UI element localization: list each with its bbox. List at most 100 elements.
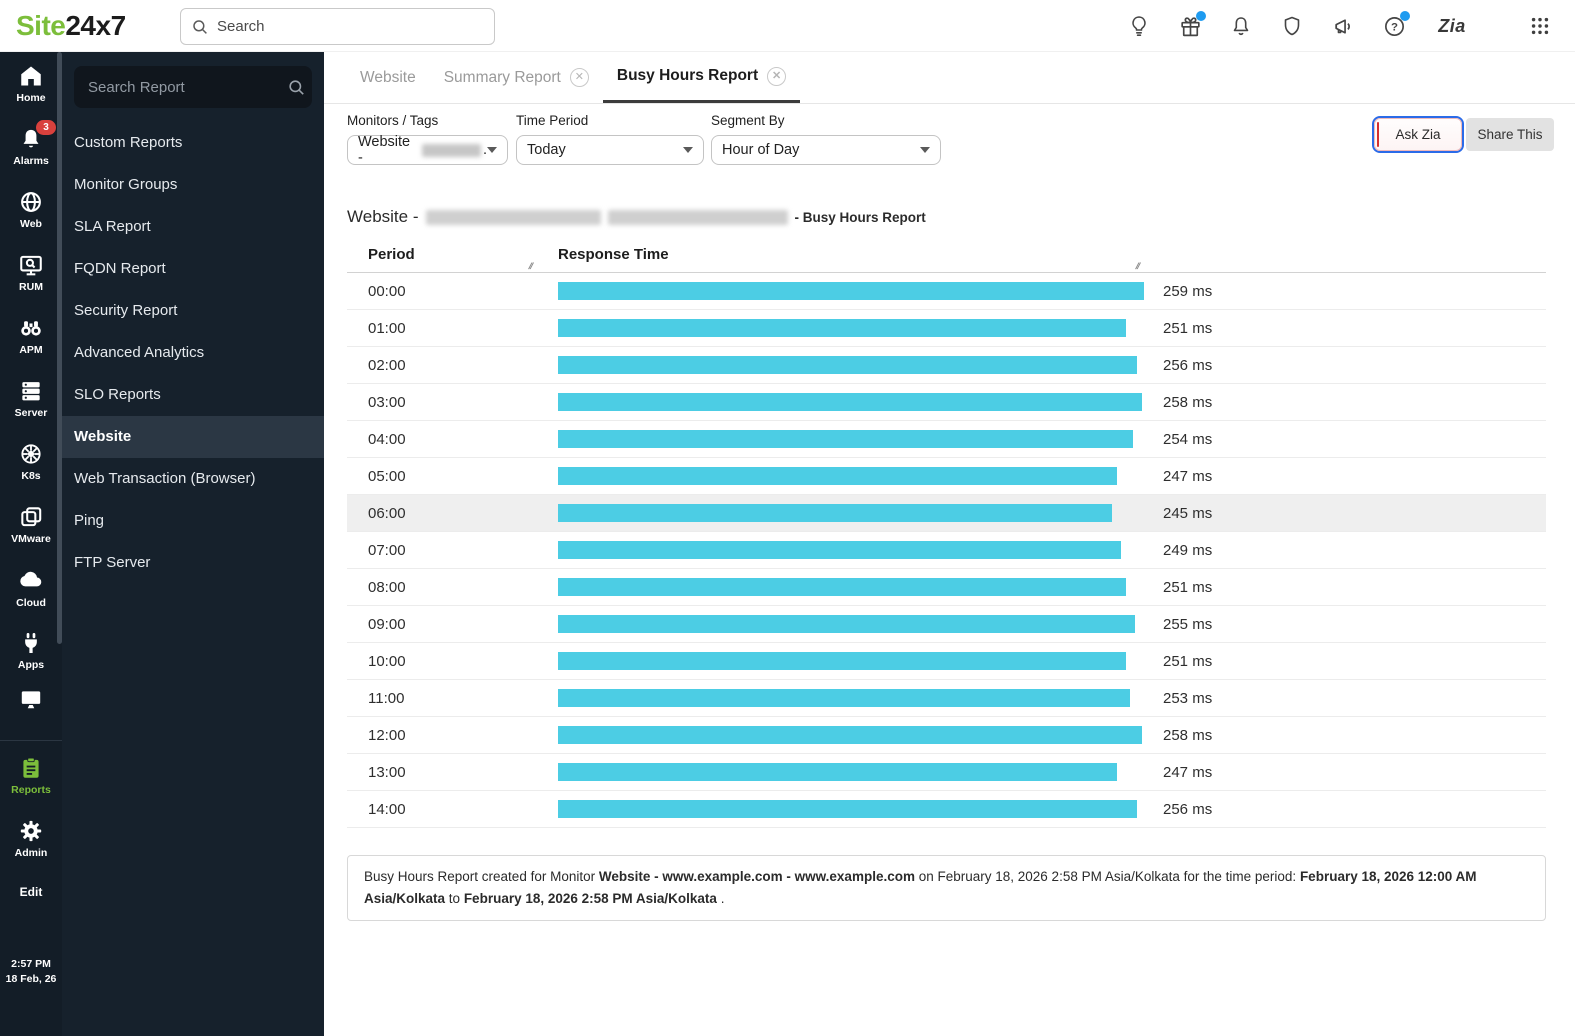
bar-cell bbox=[558, 430, 1163, 448]
response-time-bar bbox=[558, 541, 1121, 559]
period-cell: 12:00 bbox=[368, 726, 406, 744]
megaphone-icon[interactable] bbox=[1330, 13, 1356, 39]
nav-item-fqdn-report[interactable]: FQDN Report bbox=[62, 248, 324, 290]
sidebar-item-rum[interactable]: RUM bbox=[0, 241, 62, 304]
nav-item-slo-reports[interactable]: SLO Reports bbox=[62, 374, 324, 416]
nav-item-sla-report[interactable]: SLA Report bbox=[62, 206, 324, 248]
report-search[interactable] bbox=[74, 66, 312, 108]
nav-item-website[interactable]: Website bbox=[62, 416, 324, 458]
table-row: 01:00 251 ms bbox=[347, 310, 1546, 347]
global-search[interactable] bbox=[180, 8, 495, 45]
table-row: 00:00 259 ms bbox=[347, 273, 1546, 310]
response-time-value: 258 ms bbox=[1163, 393, 1213, 411]
response-time-value: 247 ms bbox=[1163, 763, 1213, 781]
sidebar-item-server[interactable]: Server bbox=[0, 367, 62, 430]
period-cell: 13:00 bbox=[368, 763, 406, 781]
chevron-down-icon bbox=[920, 147, 930, 153]
close-icon[interactable]: ✕ bbox=[569, 68, 589, 87]
gift-icon[interactable] bbox=[1177, 11, 1206, 39]
bar-cell bbox=[558, 504, 1163, 522]
bar-cell bbox=[558, 578, 1163, 596]
nav-item-custom-reports[interactable]: Custom Reports bbox=[62, 122, 324, 164]
busy-hours-table: Period // Response Time // 00:00 259 ms 01… bbox=[347, 236, 1546, 828]
footer-note-text: on February 18, 2026 2:58 PM Asia/Kolkat… bbox=[914, 869, 1300, 884]
redacted-title-part bbox=[425, 209, 601, 225]
sidebar-bottom-group: Reports Admin Edit bbox=[0, 744, 62, 910]
nav-item-security-report[interactable]: Security Report bbox=[62, 290, 324, 332]
period-column-header[interactable]: Period // bbox=[347, 236, 558, 273]
apps-grid-icon[interactable] bbox=[1527, 13, 1553, 39]
segment-by-label: Segment By bbox=[711, 113, 785, 128]
nav-item-advanced-analytics[interactable]: Advanced Analytics bbox=[62, 332, 324, 374]
tab-busy-hours-report[interactable]: Busy Hours Report ✕ bbox=[602, 52, 801, 103]
column-resize-handle[interactable]: // bbox=[527, 261, 533, 271]
response-time-value: 251 ms bbox=[1163, 319, 1213, 337]
bulb-icon[interactable] bbox=[1126, 13, 1152, 39]
segment-by-select[interactable]: Hour of Day bbox=[711, 135, 941, 165]
search-input[interactable] bbox=[217, 18, 484, 35]
binoculars-icon bbox=[21, 321, 41, 336]
response-time-column-header[interactable]: Response Time // bbox=[558, 236, 1546, 273]
period-cell: 10:00 bbox=[368, 652, 406, 670]
sidebar-item-desktop[interactable] bbox=[0, 682, 62, 716]
bar-cell bbox=[558, 282, 1163, 300]
tab-website[interactable]: Website bbox=[346, 52, 430, 103]
help-icon[interactable]: ? bbox=[1381, 11, 1410, 39]
table-row: 13:00 247 ms bbox=[347, 754, 1546, 791]
nav-item-ftp-server[interactable]: FTP Server bbox=[62, 542, 324, 584]
response-time-value: 251 ms bbox=[1163, 578, 1213, 596]
bell-icon[interactable] bbox=[1228, 13, 1254, 39]
kubernetes-icon bbox=[21, 444, 41, 464]
chevron-down-icon bbox=[487, 147, 497, 153]
sidebar-item-apm[interactable]: APM bbox=[0, 304, 62, 367]
bar-cell bbox=[558, 689, 1163, 707]
table-row: 07:00 249 ms bbox=[347, 532, 1546, 569]
table-row: 14:00 256 ms bbox=[347, 791, 1546, 828]
period-cell: 04:00 bbox=[368, 430, 406, 448]
bar-cell bbox=[558, 356, 1163, 374]
sidebar-item-k8s[interactable]: K8s bbox=[0, 430, 62, 493]
help-notification-dot bbox=[1400, 11, 1410, 21]
nav-item-web-transaction[interactable]: Web Transaction (Browser) bbox=[62, 458, 324, 500]
sidebar-item-alarms[interactable]: 3 Alarms bbox=[0, 115, 62, 178]
tab-bar: Website Summary Report ✕ Busy Hours Repo… bbox=[324, 52, 1575, 104]
sidebar-item-admin[interactable]: Admin bbox=[0, 807, 62, 870]
table-row: 11:00 253 ms bbox=[347, 680, 1546, 717]
response-time-bar bbox=[558, 689, 1130, 707]
bar-cell bbox=[558, 726, 1163, 744]
ask-zia-button[interactable]: Ask Zia bbox=[1374, 118, 1462, 151]
column-resize-handle[interactable]: // bbox=[1134, 261, 1140, 271]
sidebar-item-edit[interactable]: Edit bbox=[0, 870, 62, 910]
response-time-bar bbox=[558, 652, 1126, 670]
time-period-filter: Time Period Today bbox=[516, 113, 704, 165]
table-row: 08:00 251 ms bbox=[347, 569, 1546, 606]
zia-icon[interactable]: Zia bbox=[1432, 13, 1472, 39]
monitors-select[interactable]: Website - . bbox=[347, 134, 508, 166]
filter-bar: Monitors / Tags Website - . Time Period … bbox=[324, 104, 1575, 214]
response-time-value: 255 ms bbox=[1163, 615, 1213, 633]
time-period-select[interactable]: Today bbox=[516, 135, 704, 165]
gift-notification-dot bbox=[1196, 11, 1206, 21]
shield-icon[interactable] bbox=[1279, 13, 1305, 39]
table-row: 12:00 258 ms bbox=[347, 717, 1546, 754]
period-cell: 08:00 bbox=[368, 578, 406, 596]
redacted-title-part bbox=[607, 209, 788, 225]
close-icon[interactable]: ✕ bbox=[767, 66, 787, 86]
site24x7-logo[interactable]: Site24x7 bbox=[16, 10, 126, 42]
reports-nav-panel: Custom Reports Monitor Groups SLA Report… bbox=[62, 52, 324, 1036]
response-time-bar bbox=[558, 319, 1126, 337]
sidebar-item-apps[interactable]: Apps bbox=[0, 619, 62, 682]
sidebar-item-web[interactable]: Web bbox=[0, 178, 62, 241]
sidebar-item-home[interactable]: Home bbox=[0, 52, 62, 115]
share-this-button[interactable]: Share This bbox=[1466, 118, 1554, 151]
sidebar-item-reports[interactable]: Reports bbox=[0, 744, 62, 807]
nav-item-ping[interactable]: Ping bbox=[62, 500, 324, 542]
report-search-input[interactable] bbox=[88, 78, 287, 96]
nav-item-monitor-groups[interactable]: Monitor Groups bbox=[62, 164, 324, 206]
sidebar-item-cloud[interactable]: Cloud bbox=[0, 556, 62, 619]
period-cell: 03:00 bbox=[368, 393, 406, 411]
tab-summary-report[interactable]: Summary Report ✕ bbox=[430, 52, 603, 103]
alarm-count-badge: 3 bbox=[36, 120, 56, 135]
report-nav-items: Custom Reports Monitor Groups SLA Report… bbox=[62, 122, 324, 584]
sidebar-item-vmware[interactable]: VMware bbox=[0, 493, 62, 556]
